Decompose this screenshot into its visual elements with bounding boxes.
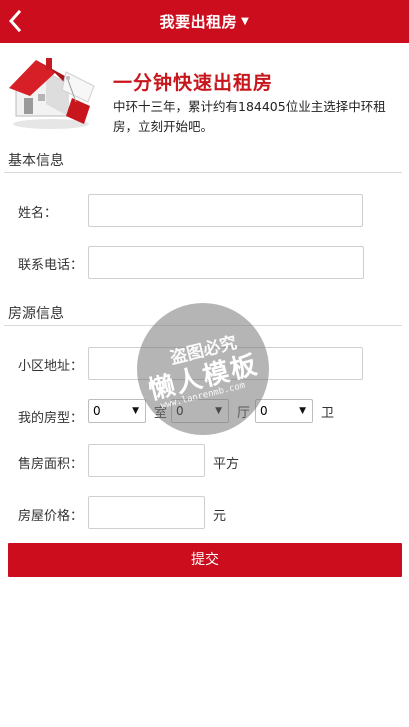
select-arrow-icon: ▼ [299, 406, 306, 416]
baths-select[interactable]: 0 ▼ [255, 399, 313, 423]
submit-button[interactable]: 提交 [8, 543, 402, 577]
section-title-property: 房源信息 [8, 306, 64, 322]
area-unit: 平方 [213, 457, 240, 472]
price-unit: 元 [213, 509, 227, 524]
select-arrow-icon: ▼ [132, 406, 139, 416]
area-label: 售房面积： [18, 457, 84, 472]
rooms-unit: 室 [154, 406, 168, 421]
price-field[interactable] [88, 496, 205, 529]
halls-select-value: 0 [176, 404, 184, 418]
page-title: 我要出租房 [159, 13, 238, 31]
page-title-dropdown[interactable]: 我要出租房 ▼ [0, 0, 409, 43]
rooms-select[interactable]: 0 ▼ [88, 399, 146, 423]
select-arrow-icon: ▼ [215, 406, 222, 416]
area-field[interactable] [88, 444, 205, 477]
house-with-tag-icon [9, 58, 95, 129]
hero-title: 一分钟快速出租房 [113, 72, 274, 94]
layout-label: 我的房型： [18, 411, 84, 426]
top-nav-bar: 我要出租房 ▼ [0, 0, 409, 43]
caret-down-icon: ▼ [241, 16, 250, 27]
section-title-basic: 基本信息 [8, 153, 64, 169]
phone-label: 联系电话： [18, 258, 84, 273]
address-label: 小区地址： [18, 359, 84, 374]
price-label: 房屋价格： [18, 509, 84, 524]
address-field[interactable] [88, 347, 363, 380]
name-label: 姓名： [18, 206, 58, 221]
halls-unit: 厅 [237, 406, 251, 421]
baths-unit: 卫 [321, 406, 335, 421]
section-divider [4, 172, 402, 173]
rooms-select-value: 0 [93, 404, 101, 418]
baths-select-value: 0 [260, 404, 268, 418]
halls-select[interactable]: 0 ▼ [171, 399, 229, 423]
hero-banner: 一分钟快速出租房 中环十三年，累计约有184405位业主选择中环租房，立刻开始吧… [0, 44, 409, 136]
phone-field[interactable] [88, 246, 364, 279]
hero-description: 中环十三年，累计约有184405位业主选择中环租房，立刻开始吧。 [113, 99, 386, 134]
name-field[interactable] [88, 194, 363, 227]
section-divider [4, 325, 402, 326]
